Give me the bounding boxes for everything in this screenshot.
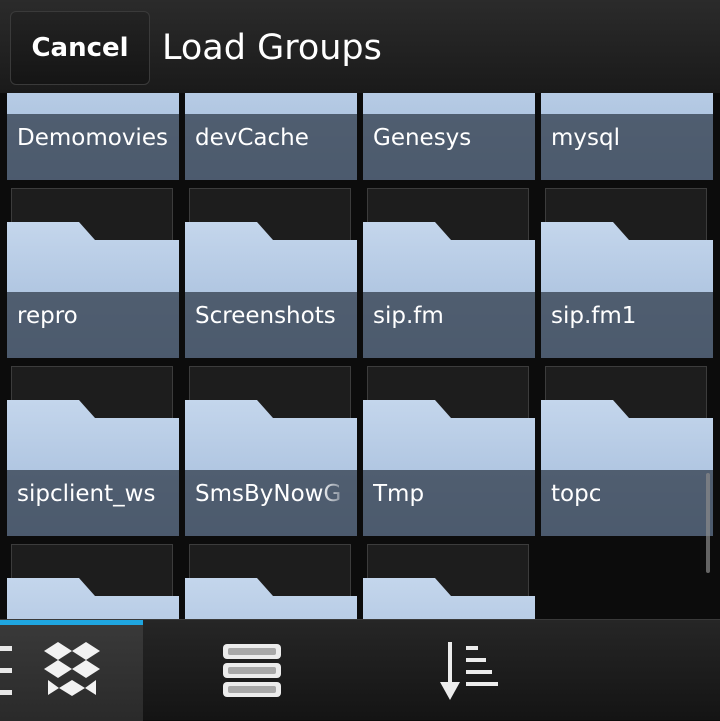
folder-name: sip.fm (373, 303, 444, 329)
folder-name: Demomovies (17, 125, 168, 151)
folder-tile[interactable]: sip.fm (363, 186, 535, 358)
folder-tile[interactable] (185, 542, 357, 619)
folder-tile[interactable]: Screenshots (185, 186, 357, 358)
folder-name: sipclient_ws (17, 481, 156, 507)
folder-tile[interactable] (7, 542, 179, 619)
title-bar: Cancel Load Groups (0, 0, 720, 93)
folder-tile[interactable]: repro (7, 186, 179, 358)
folder-name: topc (551, 481, 602, 507)
folder-icon (363, 578, 535, 619)
folder-icon (7, 578, 179, 619)
overflow-menu-icon[interactable] (0, 642, 16, 700)
list-view-icon[interactable] (221, 642, 283, 700)
folder-name: repro (17, 303, 78, 329)
dropbox-tab[interactable] (0, 620, 143, 721)
folder-tile[interactable]: SmsByNowG (185, 364, 357, 536)
folder-name: SmsByNowG (195, 481, 342, 507)
folder-tile[interactable]: sipclient_ws (7, 364, 179, 536)
folder-tile[interactable]: devCache (185, 93, 357, 180)
bottom-action-bar (0, 619, 720, 721)
scrollbar[interactable] (706, 473, 710, 573)
folder-tile[interactable] (363, 542, 535, 619)
folder-name: Screenshots (195, 303, 336, 329)
folder-icon (185, 578, 357, 619)
sort-icon[interactable] (438, 638, 498, 704)
folder-tile[interactable]: Demomovies (7, 93, 179, 180)
selected-tab-indicator (0, 620, 143, 625)
folder-name: mysql (551, 125, 620, 151)
folder-tile[interactable]: Genesys (363, 93, 535, 180)
folder-tile[interactable]: topc (541, 364, 713, 536)
folder-grid[interactable]: Demomovies devCache Genesys mysql repro Scree… (0, 93, 720, 619)
folder-name: Genesys (373, 125, 472, 151)
folder-name: Tmp (373, 481, 425, 507)
folder-name: devCache (195, 125, 309, 151)
folder-name: sip.fm1 (551, 303, 637, 329)
folder-tile[interactable]: mysql (541, 93, 713, 180)
cancel-button[interactable]: Cancel (10, 11, 150, 85)
folder-tile[interactable]: Tmp (363, 364, 535, 536)
folder-tile[interactable]: sip.fm1 (541, 186, 713, 358)
page-title: Load Groups (162, 28, 382, 68)
dropbox-icon (40, 640, 104, 700)
